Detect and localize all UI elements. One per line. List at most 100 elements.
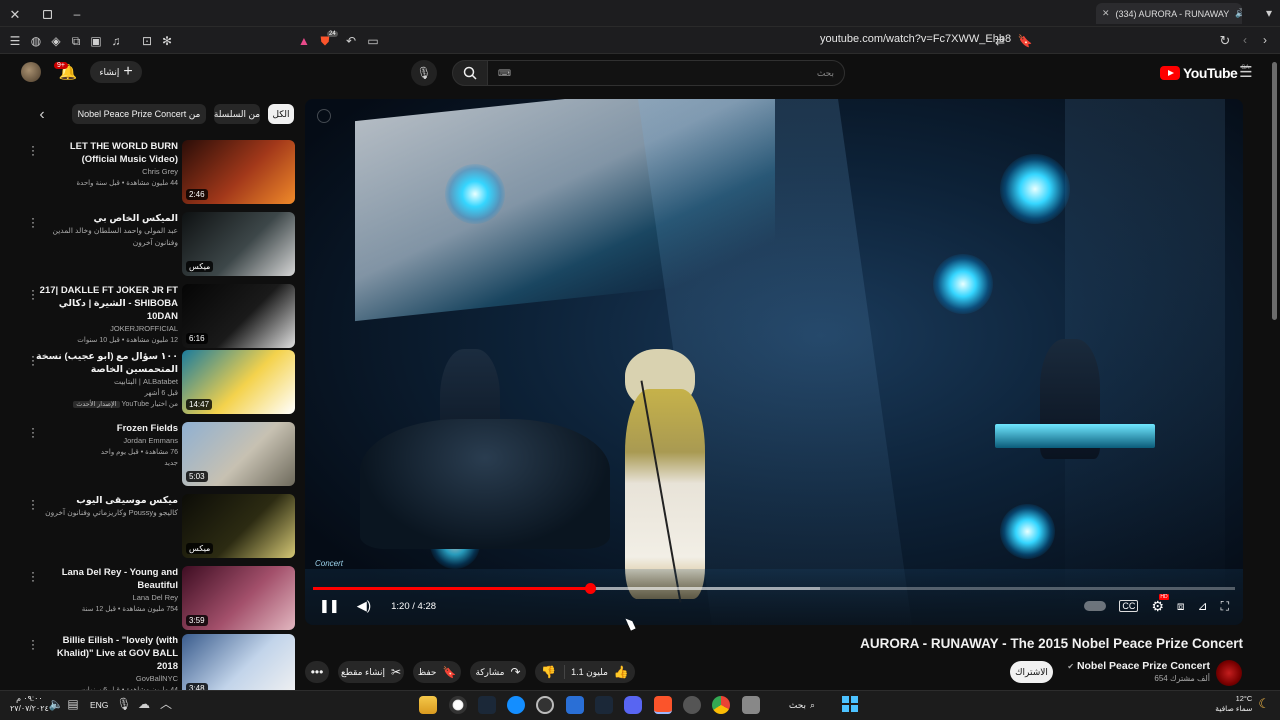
keyboard-icon[interactable]: ⌨ bbox=[498, 68, 511, 79]
task-view-icon[interactable] bbox=[742, 696, 760, 714]
chip-concert[interactable]: Nobel Peace Prize Concert من bbox=[72, 104, 206, 124]
settings-app-icon[interactable] bbox=[683, 696, 701, 714]
tab-list-icon[interactable]: ▾ bbox=[1263, 7, 1275, 19]
voice-search-button[interactable]: 🎙 bbox=[411, 60, 437, 86]
app-icon[interactable] bbox=[536, 696, 554, 714]
back-icon[interactable]: › bbox=[1259, 33, 1271, 47]
puzzle-icon[interactable]: ✻ bbox=[160, 34, 174, 48]
create-button[interactable]: إنشاء + bbox=[90, 61, 142, 83]
avatar[interactable] bbox=[21, 62, 41, 82]
discord-icon[interactable] bbox=[624, 696, 642, 714]
list-item-thumbnail[interactable]: 3:59 bbox=[182, 566, 295, 630]
autoplay-toggle-icon[interactable] bbox=[1084, 601, 1107, 611]
extensions-icon[interactable]: ⧉ bbox=[69, 34, 83, 48]
save-button[interactable]: حفظ 🔖 bbox=[413, 661, 461, 683]
settings-icon[interactable]: ⚙ HD bbox=[1151, 593, 1169, 615]
battlenet-icon[interactable] bbox=[507, 696, 525, 714]
browser-tab-active[interactable]: ✕ (334) AURORA - RUNAWAY 🔊 bbox=[1096, 3, 1242, 24]
chips-back-icon[interactable]: ‹ bbox=[36, 107, 48, 123]
steam-secondary-icon[interactable] bbox=[595, 696, 613, 714]
video-player[interactable]: Concert ❚❚ ◀) 1:20 / 4:28 CC ⚙ HD ⧈ ⊿ ⛶ bbox=[305, 99, 1243, 625]
shield-app-icon[interactable] bbox=[566, 696, 584, 714]
sidebar-toggle-icon[interactable]: ▣ bbox=[89, 34, 103, 48]
list-item-thumbnail[interactable]: 3:48 bbox=[182, 634, 295, 698]
like-button[interactable]: 👍 bbox=[614, 665, 629, 679]
clip-button[interactable]: إنشاء مقطع ✂ bbox=[338, 661, 404, 683]
tab-close-icon[interactable]: ✕ bbox=[1102, 8, 1110, 19]
guide-menu-icon[interactable]: ☰ bbox=[1238, 64, 1254, 80]
bookmark-save-icon: 🔖 bbox=[442, 666, 457, 679]
captions-icon[interactable]: CC bbox=[1119, 600, 1139, 612]
address-bar-url[interactable]: youtube.com/watch?v=Fc7XWW_Ehb8 bbox=[820, 33, 1011, 45]
file-explorer-icon[interactable] bbox=[419, 696, 437, 714]
translate-icon[interactable]: ↶ bbox=[344, 34, 358, 48]
list-item[interactable]: · · · Billie Eilish - "lovely (with Khalid)… bbox=[22, 634, 295, 698]
overwatch-icon[interactable] bbox=[449, 696, 467, 714]
forward-icon[interactable]: ‹ bbox=[1239, 33, 1251, 47]
list-item-thumbnail[interactable]: 2:46 bbox=[182, 140, 295, 204]
taskbar-clock[interactable]: ٠٩:٠٠ م ٢٧/٠٧/٢٠٢٤ bbox=[10, 694, 49, 714]
miniplayer-icon[interactable]: ⧈ bbox=[1177, 599, 1185, 614]
mic-tray-icon[interactable]: 🎙 bbox=[116, 698, 131, 710]
brave-rewards-triangle-icon[interactable]: ▲ bbox=[297, 34, 311, 48]
close-window-icon[interactable]: ✕ bbox=[8, 7, 22, 21]
list-item[interactable]: · · · ميكس موسيقى اليوب كاليجو وPoussy وكاري… bbox=[22, 494, 295, 558]
list-item-thumbnail[interactable]: 6:16 bbox=[182, 284, 295, 348]
duration-badge: 3:59 bbox=[186, 615, 208, 626]
taskbar-search[interactable]: بحث ⌕ bbox=[775, 696, 829, 714]
show-hidden-icons[interactable]: ︿ bbox=[160, 698, 172, 710]
minimize-window-icon[interactable]: – bbox=[70, 7, 84, 21]
network-icon[interactable]: ▤ bbox=[67, 698, 79, 710]
progress-scrubber[interactable] bbox=[584, 583, 596, 594]
start-windows-icon[interactable] bbox=[842, 696, 858, 712]
cloud-tray-icon[interactable]: ☁ bbox=[138, 698, 150, 710]
reload-icon[interactable]: ↻ bbox=[1218, 33, 1232, 47]
youtube-logo[interactable]: YouTube SA bbox=[1160, 65, 1249, 81]
share-button[interactable]: مشاركة ↷ bbox=[470, 661, 526, 683]
microphone-icon: 🎙 bbox=[416, 66, 432, 80]
list-item-thumbnail[interactable]: ميكس bbox=[182, 494, 295, 558]
volume-icon[interactable]: ◀) bbox=[357, 598, 371, 614]
rewards-icon[interactable]: ◈ bbox=[49, 34, 63, 48]
weather-widget[interactable]: 12°C سماء صافية ☾ bbox=[1200, 694, 1270, 714]
list-item-thumbnail[interactable]: 14:47 bbox=[182, 350, 295, 414]
screenshot-icon[interactable]: ⊡ bbox=[140, 34, 154, 48]
youtube-logo-text: YouTube bbox=[1183, 65, 1238, 81]
list-item[interactable]: · · · LET THE WORLD BURN (Official Music Vi… bbox=[22, 140, 295, 204]
bookmark-icon[interactable]: 🔖 bbox=[1018, 34, 1033, 48]
site-settings-icon[interactable]: ⇄ bbox=[993, 34, 1007, 48]
list-item[interactable]: · · · ١٠٠ سؤال مع (ابو عجيب) نسخة المتحمسين… bbox=[22, 350, 295, 414]
tab-audio-icon[interactable]: 🔊 bbox=[1235, 8, 1242, 19]
video-info-icon[interactable] bbox=[317, 109, 331, 123]
more-actions-button[interactable]: ••• bbox=[305, 661, 329, 683]
picture-in-picture-icon[interactable]: ▭ bbox=[366, 34, 380, 48]
media-icon[interactable]: ♫ bbox=[109, 34, 123, 48]
dislike-button[interactable]: 👎 bbox=[541, 665, 566, 679]
brave-browser-icon[interactable] bbox=[654, 696, 672, 714]
page-scrollbar[interactable] bbox=[1272, 62, 1277, 320]
chip-series[interactable]: من السلسلة bbox=[214, 104, 260, 124]
list-item-thumbnail[interactable]: 5:03 bbox=[182, 422, 295, 486]
channel-name[interactable]: ✔ Nobel Peace Prize Concert bbox=[1062, 660, 1210, 672]
wallet-icon[interactable]: ◍ bbox=[29, 34, 43, 48]
cast-icon[interactable]: ⊿ bbox=[1198, 599, 1208, 613]
chip-all[interactable]: الكل bbox=[268, 104, 294, 124]
maximize-window-icon[interactable] bbox=[40, 7, 54, 21]
list-item-thumbnail[interactable]: ميكس bbox=[182, 212, 295, 276]
search-input[interactable]: ⌨ بحث bbox=[487, 60, 845, 86]
menu-icon[interactable]: ☰ bbox=[8, 34, 22, 48]
pause-icon[interactable]: ❚❚ bbox=[319, 598, 340, 614]
language-indicator[interactable]: ENG bbox=[90, 700, 108, 710]
list-item[interactable]: · · · Frozen Fields Jordan Emmans 76 مشاهدة •… bbox=[22, 422, 295, 486]
list-item[interactable]: · · · الميكس الخاص بي عبد المولى واحمد السلط… bbox=[22, 212, 295, 276]
subscribe-button[interactable]: الاشتراك bbox=[1010, 661, 1053, 683]
progress-bar[interactable] bbox=[313, 583, 1235, 594]
steam-icon[interactable] bbox=[478, 696, 496, 714]
channel-avatar[interactable] bbox=[1216, 660, 1242, 686]
search-button[interactable] bbox=[452, 60, 488, 86]
fullscreen-icon[interactable]: ⛶ bbox=[1221, 599, 1229, 614]
speaker-icon[interactable]: 🔈 bbox=[49, 698, 64, 710]
list-item[interactable]: · · · 217| DAKLLE FT JOKER JR FT الشيرة | د… bbox=[22, 284, 295, 348]
list-item[interactable]: · · · Lana Del Rey - Young and Beautiful Lan… bbox=[22, 566, 295, 630]
chrome-icon[interactable] bbox=[712, 696, 730, 714]
